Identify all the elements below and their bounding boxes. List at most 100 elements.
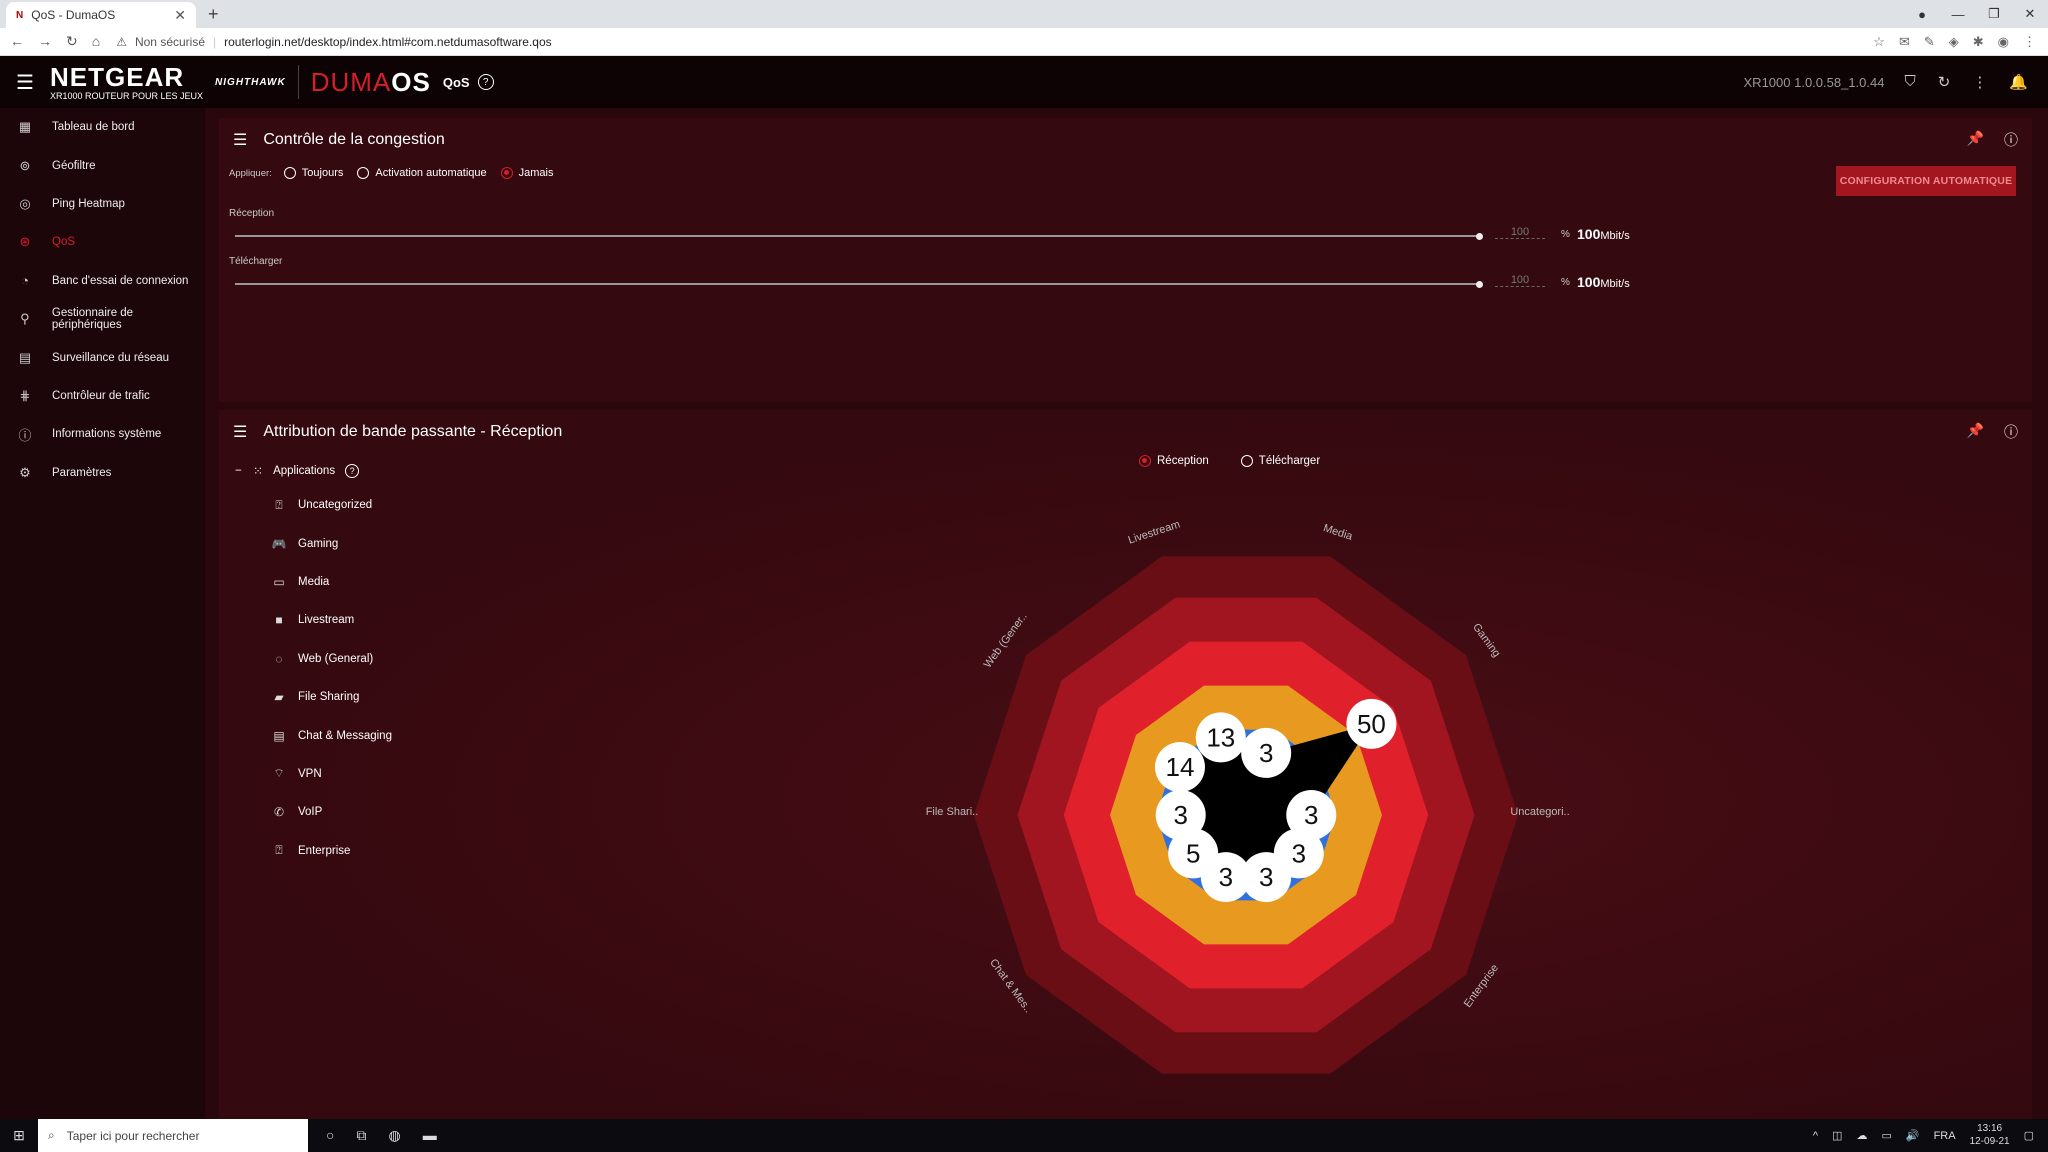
sidebar-item-dashboard[interactable]: ▦ Tableau de bord	[0, 108, 205, 146]
auto-config-button[interactable]: CONFIGURATION AUTOMATIQUE	[1836, 166, 2016, 196]
card-menu-icon[interactable]: ☰	[233, 130, 247, 150]
download-percent-sign: %	[1561, 229, 1570, 240]
radar-value-label: 3	[1292, 838, 1306, 868]
extension-shield-icon[interactable]: ◈	[1949, 34, 1959, 50]
upload-percent-input[interactable]: 100	[1495, 274, 1545, 287]
main-content: ☰ Contrôle de la congestion 📌 ⓘ Applique…	[205, 108, 2048, 1119]
close-tab-icon[interactable]: ✕	[174, 7, 186, 24]
brand-subtitle: XR1000 ROUTEUR POUR LES JEUX	[50, 90, 204, 101]
task-view-icon[interactable]: ⧉	[356, 1127, 366, 1144]
sidebar-item-label: Tableau de bord	[52, 121, 135, 134]
tray-display-icon[interactable]: ▭	[1881, 1129, 1891, 1142]
download-label: Réception	[229, 208, 275, 219]
sidebar-item-settings[interactable]: ⚙ Paramètres	[0, 454, 205, 492]
sidebar-item-label: QoS	[52, 236, 76, 249]
ping-heatmap-icon: ◎	[19, 195, 31, 211]
bandwidth-radar-chart[interactable]: Livestream MediaGamingUncategori..Enterpr…	[219, 410, 2032, 1119]
radar-axis-label: Livestream	[1127, 519, 1182, 547]
profile-avatar-icon[interactable]: ◉	[1998, 34, 2009, 50]
menu-hamburger-icon[interactable]: ☰	[0, 70, 50, 95]
sidebar-item-geofilter[interactable]: ⊚ Géofiltre	[0, 146, 205, 184]
warning-icon[interactable]: ⚠	[116, 35, 127, 49]
help-icon[interactable]: ⓘ	[2004, 130, 2018, 150]
taskbar-search[interactable]: ⌕ Taper ici pour rechercher	[38, 1119, 308, 1152]
sidebar-item-network-monitor[interactable]: ▤ Surveillance du réseau	[0, 338, 205, 376]
pin-icon[interactable]: 📌	[1967, 130, 1984, 150]
dashboard-icon: ▦	[18, 119, 32, 135]
download-percent-input[interactable]: 100	[1495, 226, 1545, 239]
url-text[interactable]: routerlogin.net/desktop/index.html#com.n…	[224, 35, 552, 49]
os-text: OS	[391, 66, 431, 97]
tray-language[interactable]: FRA	[1934, 1130, 1956, 1142]
refresh-icon[interactable]: ↻	[1938, 73, 1951, 91]
forward-icon[interactable]: →	[38, 33, 52, 50]
radio-auto-circle[interactable]	[357, 167, 370, 179]
radio-never[interactable]: Jamais	[500, 167, 554, 179]
notifications-icon[interactable]: ▢	[2024, 1129, 2034, 1142]
tray-clock[interactable]: 13:16 12-09-21	[1970, 1123, 2010, 1148]
bell-icon[interactable]: 🔔	[2009, 73, 2028, 91]
radar-axis-label: Gaming	[1470, 621, 1502, 659]
congestion-control-card: ☰ Contrôle de la congestion 📌 ⓘ Applique…	[219, 118, 2032, 402]
system-info-icon: ⓘ	[18, 427, 32, 443]
minimize-icon[interactable]: —	[1940, 7, 1976, 22]
tray-chevron-icon[interactable]: ^	[1813, 1130, 1818, 1142]
radio-auto[interactable]: Activation automatique	[357, 167, 487, 179]
upload-slider[interactable]	[235, 280, 1483, 288]
geofilter-icon: ⊚	[19, 157, 31, 173]
upload-label: Télécharger	[229, 256, 283, 267]
radar-value-label: 3	[1219, 862, 1233, 892]
benchmark-icon: ◔	[21, 273, 29, 289]
sidebar-item-qos[interactable]: ⊛ QoS	[0, 223, 205, 261]
tray-network-icon[interactable]: ◫	[1832, 1129, 1842, 1142]
cortana-icon[interactable]: ○	[326, 1127, 334, 1144]
app-name: QoS	[442, 74, 470, 90]
radar-value-label: 5	[1186, 838, 1200, 868]
extensions-puzzle-icon[interactable]: ✱	[1973, 34, 1984, 50]
url-divider: |	[213, 34, 217, 49]
reload-icon[interactable]: ↻	[66, 33, 78, 50]
sidebar-item-label: Contrôleur de trafic	[52, 389, 150, 402]
nighthawk-logo: NIGHTHAWK	[215, 76, 286, 88]
sidebar-item-benchmark[interactable]: ◔ Banc d'essai de connexion	[0, 262, 205, 300]
profile-circle-icon[interactable]: ●	[1904, 7, 1940, 22]
upload-slider-handle[interactable]	[1476, 280, 1483, 288]
restore-icon[interactable]: ❐	[1976, 6, 2012, 22]
radar-value-label: 3	[1304, 800, 1318, 830]
windows-taskbar: ⊞ ⌕ Taper ici pour rechercher ○ ⧉ ◍ ▬ ^ …	[0, 1119, 2048, 1152]
download-slider-handle[interactable]	[1476, 232, 1483, 240]
radio-always[interactable]: Toujours	[283, 167, 343, 179]
download-slider[interactable]	[235, 232, 1483, 240]
radio-always-circle[interactable]	[283, 167, 296, 179]
file-explorer-icon[interactable]: ▬	[423, 1127, 437, 1144]
shield-icon[interactable]: ⛉	[1904, 73, 1915, 91]
sidebar-item-ping-heatmap[interactable]: ◎ Ping Heatmap	[0, 185, 205, 223]
extension-pen-icon[interactable]: ✎	[1924, 34, 1935, 50]
radio-never-circle[interactable]	[500, 167, 513, 179]
app-help-icon[interactable]: ?	[477, 74, 494, 90]
bookmark-star-icon[interactable]: ☆	[1873, 34, 1885, 50]
sidebar-item-device-manager[interactable]: ⚲ Gestionnaire de périphériques	[0, 300, 205, 338]
extension-mail-icon[interactable]: ✉	[1899, 34, 1910, 50]
download-speed-unit: Mbit/s	[1600, 230, 1630, 242]
browser-tab[interactable]: N QoS - DumaOS ✕	[6, 2, 196, 28]
sidebar-item-traffic-controller[interactable]: ⋕ Contrôleur de trafic	[0, 377, 205, 415]
radio-label: Activation automatique	[375, 167, 487, 179]
close-window-icon[interactable]: ✕	[2012, 6, 2048, 22]
windows-start-icon[interactable]: ⊞	[0, 1127, 38, 1144]
radar-axis-label: File Shari..	[926, 806, 979, 818]
radar-value-label: 3	[1173, 800, 1187, 830]
back-icon[interactable]: ←	[10, 33, 24, 50]
sidebar-item-system-info[interactable]: ⓘ Informations système	[0, 415, 205, 453]
sidebar-item-label: Surveillance du réseau	[52, 351, 169, 364]
firmware-version: XR1000 1.0.0.58_1.0.44	[1743, 74, 1885, 90]
browser-menu-icon[interactable]: ⋮	[2023, 34, 2036, 50]
tray-cloud-icon[interactable]: ☁	[1856, 1129, 1867, 1142]
chrome-icon[interactable]: ◍	[388, 1127, 400, 1144]
sidebar-item-label: Paramètres	[52, 466, 112, 479]
url-field[interactable]: ⚠ Non sécurisé | routerlogin.net/desktop…	[116, 35, 551, 49]
tray-volume-icon[interactable]: 🔊	[1906, 1129, 1920, 1142]
more-vert-icon[interactable]: ⋮	[1972, 73, 1987, 91]
home-icon[interactable]: ⌂	[92, 33, 100, 50]
new-tab-icon[interactable]: +	[208, 4, 219, 25]
